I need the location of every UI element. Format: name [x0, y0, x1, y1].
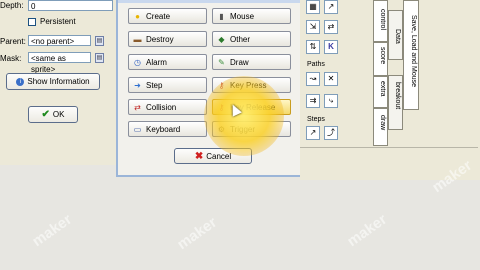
watermark-1: maker [29, 210, 76, 251]
actions-panel: ▦ ↗ ⇲ ⇄ ⇅ K Paths ↝ ✕ ⇉ ⤷ Steps ↗ ⤴ cont… [300, 0, 480, 180]
panel-divider [300, 147, 478, 148]
tab-draw[interactable]: draw [373, 108, 388, 146]
mask-label: Mask: [0, 54, 22, 63]
draw-event-button[interactable]: ✎ Draw [212, 54, 291, 70]
tab-data-label: Data [394, 29, 401, 44]
tab-breakout-label: breakout [394, 82, 401, 110]
cancel-label: Cancel [206, 151, 232, 161]
trash-icon: ▬ [133, 34, 142, 44]
key-release-event-button[interactable]: ⚷ Key Release [212, 99, 291, 115]
info-icon: i [16, 77, 25, 86]
collision-event-label: Collision [146, 102, 177, 112]
watermark-3: maker [344, 210, 391, 251]
watermark-2: maker [174, 213, 221, 254]
mask-picker-icon[interactable]: ▤ [95, 53, 104, 63]
key-icon: ⚷ [218, 102, 225, 112]
tab-data[interactable]: Data [388, 10, 403, 60]
ok-label: OK [52, 110, 65, 119]
trigger-event-button[interactable]: ⚙ Trigger [212, 121, 291, 137]
mouse-event-label: Mouse [230, 11, 255, 21]
cancel-icon: ✖ [194, 150, 204, 162]
event-selector-dialog: ● Create ▮ Mouse ▬ Destroy ◆ Other ◷ Ala… [116, 0, 306, 177]
persistent-label: Persistent [40, 17, 76, 26]
other-event-label: Other [230, 34, 251, 44]
create-event-button[interactable]: ● Create [128, 8, 207, 24]
lightbulb-icon: ● [135, 11, 140, 21]
pencil-icon: ✎ [218, 57, 225, 67]
show-information-button[interactable]: i Show Information [6, 73, 100, 90]
clock-icon: ◷ [134, 57, 141, 67]
step-icon-avoid[interactable]: ⤴ [324, 126, 338, 140]
tab-extra-label: extra [379, 81, 386, 97]
mouse-event-button[interactable]: ▮ Mouse [212, 8, 291, 24]
create-event-label: Create [146, 11, 171, 21]
action-icon-wrap[interactable]: ⇄ [324, 20, 338, 34]
key-icon: ⚷ [218, 80, 225, 90]
depth-label: Depth: [0, 1, 24, 10]
checkmark-icon: ✔ [41, 109, 50, 120]
paths-label: Paths [307, 61, 325, 68]
destroy-event-label: Destroy [146, 34, 174, 44]
dialog-top-border [118, 0, 304, 3]
action-icon-grid[interactable]: ▦ [306, 0, 320, 14]
alarm-event-label: Alarm [146, 57, 167, 67]
action-icon-jump[interactable]: ⇲ [306, 20, 320, 34]
parent-label: Parent: [0, 37, 26, 46]
arrows-icon: ⇄ [134, 102, 141, 112]
steps-icon: ➜ [134, 80, 141, 90]
collision-event-button[interactable]: ⇄ Collision [128, 99, 207, 115]
tab-score[interactable]: score [373, 42, 388, 76]
key-press-event-label: Key Press [230, 80, 267, 90]
keyboard-event-label: Keyboard [146, 124, 181, 134]
destroy-event-button[interactable]: ▬ Destroy [128, 31, 207, 47]
tab-score-label: score [379, 47, 386, 65]
tab-control[interactable]: control [373, 0, 388, 42]
step-icon-towards[interactable]: ↗ [306, 126, 320, 140]
persistent-checkbox[interactable] [28, 18, 36, 26]
keyboard-icon: ▭ [133, 124, 142, 134]
step-event-label: Step [146, 80, 163, 90]
steps-label: Steps [307, 116, 325, 123]
other-event-button[interactable]: ◆ Other [212, 31, 291, 47]
keyboard-event-button[interactable]: ▭ Keyboard [128, 121, 207, 137]
show-information-label: Show Information [27, 77, 90, 86]
path-icon-position[interactable]: ⇉ [306, 94, 320, 108]
action-icon-move[interactable]: ↗ [324, 0, 338, 14]
key-press-event-button[interactable]: ⚷ Key Press [212, 77, 291, 93]
path-icon-speed[interactable]: ⤷ [324, 94, 338, 108]
depth-field[interactable]: 0 [28, 0, 113, 11]
trigger-event-label: Trigger [230, 124, 256, 134]
action-icon-bounce[interactable]: ⇅ [306, 40, 320, 54]
tab-draw-label: draw [379, 115, 386, 131]
gear-icon: ⚙ [217, 124, 226, 134]
tab-save-load-mouse-label: Save, Load and Mouse [410, 15, 417, 87]
tab-breakout[interactable]: breakout [388, 75, 403, 130]
action-icon-k[interactable]: K [324, 40, 338, 54]
ok-button[interactable]: ✔ OK [28, 106, 78, 123]
step-event-button[interactable]: ➜ Step [128, 77, 207, 93]
parent-field[interactable]: <no parent> [28, 35, 91, 46]
diamond-icon: ◆ [218, 34, 225, 44]
tab-save-load-mouse[interactable]: Save, Load and Mouse [403, 0, 419, 110]
alarm-event-button[interactable]: ◷ Alarm [128, 54, 207, 70]
draw-event-label: Draw [230, 57, 249, 67]
path-icon-set[interactable]: ↝ [306, 72, 320, 86]
mask-field[interactable]: <same as sprite> [28, 52, 91, 74]
object-properties-panel: Depth: 0 Persistent Parent: <no parent> … [0, 0, 121, 165]
parent-picker-icon[interactable]: ▤ [95, 36, 104, 46]
path-icon-end[interactable]: ✕ [324, 72, 338, 86]
tab-control-label: control [379, 9, 386, 31]
cancel-button[interactable]: ✖ Cancel [174, 148, 252, 164]
tab-extra[interactable]: extra [373, 76, 388, 108]
mouse-icon: ▮ [219, 11, 224, 21]
